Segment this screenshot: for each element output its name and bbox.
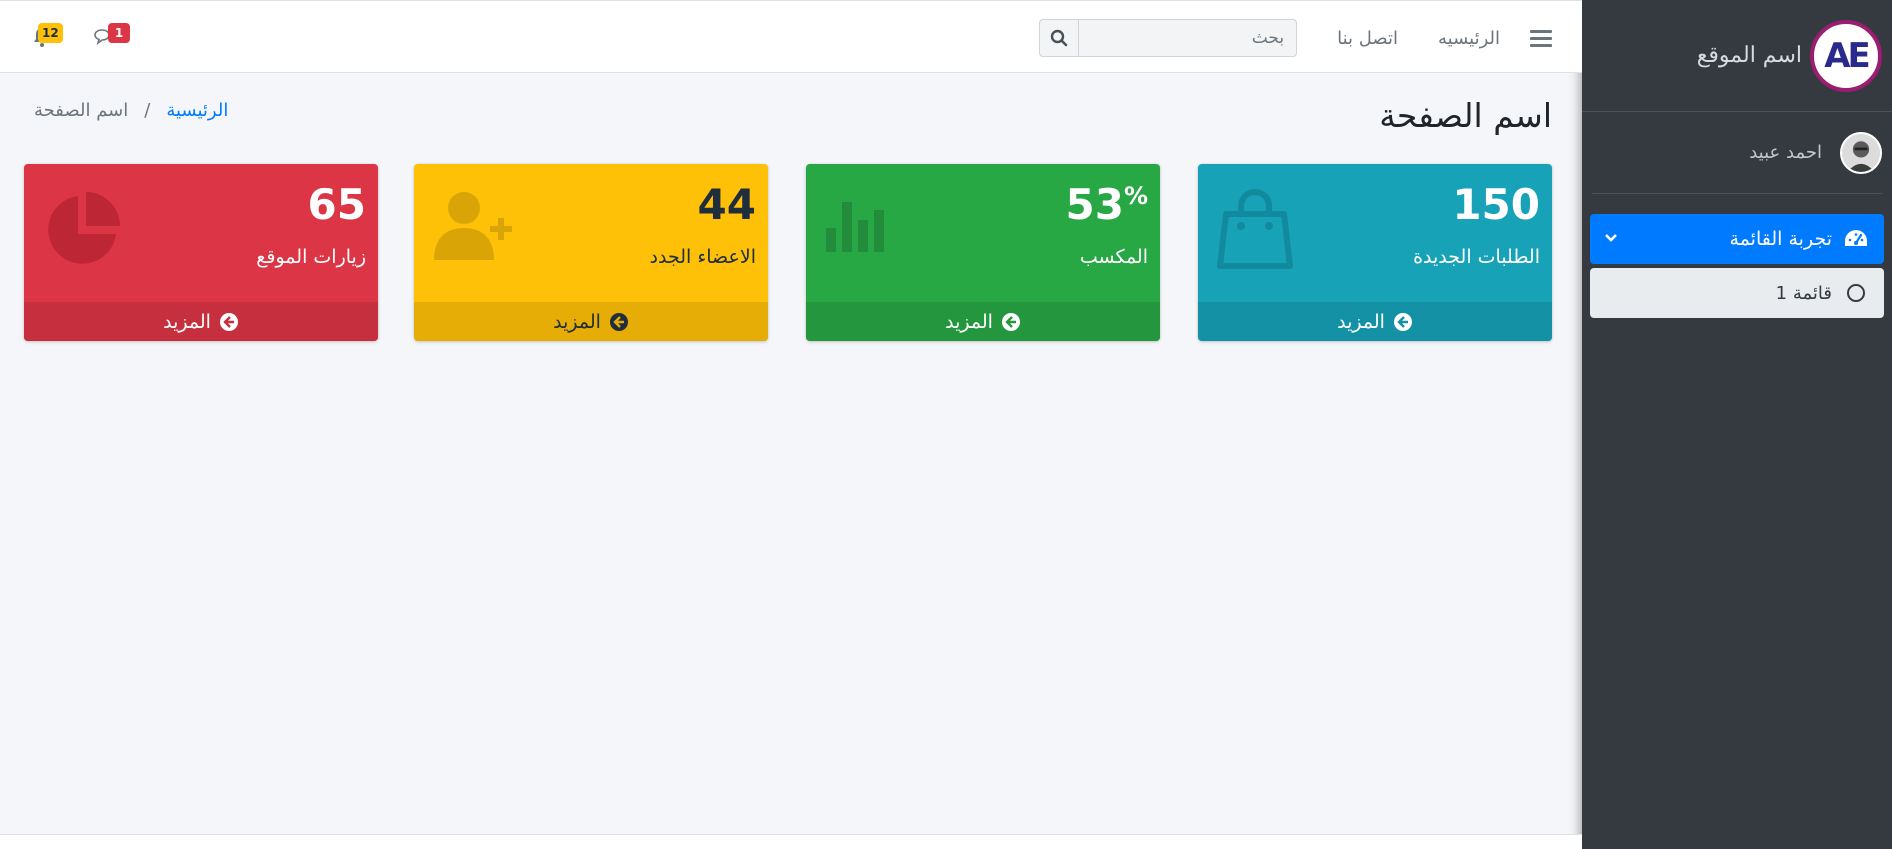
stat-box-new-members: 44 الاعضاء الجدد المزيد <box>414 164 768 341</box>
navbar-search <box>1039 19 1298 57</box>
brand-link[interactable]: AE اسم الموقع <box>1582 0 1892 112</box>
more-info-link[interactable]: المزيد <box>1198 302 1552 341</box>
stat-label: الطلبات الجديدة <box>1413 246 1540 268</box>
nav-link-contact[interactable]: اتصل بنا <box>1337 28 1398 49</box>
search-input[interactable] <box>1079 19 1298 57</box>
tachometer-icon <box>1842 229 1870 249</box>
brand-name: اسم الموقع <box>1696 43 1802 68</box>
navbar-right: الرئيسيه اتصل بنا <box>1039 19 1552 57</box>
messages-badge: 1 <box>108 23 130 43</box>
more-info-label: المزيد <box>945 310 993 333</box>
stat-value: 53% <box>1065 180 1149 229</box>
shopping-bag-icon <box>1216 188 1294 274</box>
stat-box-site-visits: 65 زيارات الموقع المزيد <box>24 164 378 341</box>
more-info-label: المزيد <box>553 310 601 333</box>
stat-value: 150 <box>1452 180 1540 229</box>
arrow-circle-left-icon <box>1393 312 1412 331</box>
more-info-link[interactable]: المزيد <box>806 302 1160 341</box>
stat-box-profit: 53% المكسب المزيد <box>806 164 1160 341</box>
pie-chart-icon <box>42 190 122 274</box>
user-plus-icon <box>432 188 516 266</box>
sidebar-subitem-list-1[interactable]: قائمة 1 <box>1590 268 1884 318</box>
stat-label: الاعضاء الجدد <box>649 246 756 268</box>
more-info-link[interactable]: المزيد <box>414 302 768 341</box>
user-panel[interactable]: احمد عبيد <box>1592 112 1882 194</box>
stat-label: المكسب <box>1079 246 1148 268</box>
top-navbar: الرئيسيه اتصل بنا 12 1 <box>0 0 1582 73</box>
avatar <box>1840 131 1882 174</box>
sidebar: AE اسم الموقع احمد عبيد تجربة القائمة قا… <box>1582 0 1892 849</box>
more-info-label: المزيد <box>163 310 211 333</box>
stat-value: 44 <box>697 180 756 229</box>
messages-button[interactable]: 1 <box>92 21 130 51</box>
arrow-circle-left-icon <box>1001 312 1020 331</box>
page-title: اسم الصفحة <box>1379 96 1552 135</box>
search-button[interactable] <box>1039 19 1080 57</box>
notifications-badge: 12 <box>38 23 63 43</box>
notifications-button[interactable]: 12 <box>30 21 63 51</box>
more-info-label: المزيد <box>1337 310 1385 333</box>
user-name: احمد عبيد <box>1749 142 1822 163</box>
stat-value: 65 <box>307 180 366 229</box>
stat-label: زيارات الموقع <box>256 246 366 268</box>
navbar-left: 12 1 <box>30 21 154 51</box>
circle-outline-icon <box>1842 283 1870 303</box>
bar-chart-icon <box>824 188 890 258</box>
breadcrumb-home-link[interactable]: الرئيسية <box>166 100 228 121</box>
brand-logo: AE <box>1810 19 1882 92</box>
sidebar-item-label: تجربة القائمة <box>1729 228 1832 250</box>
nav-link-home[interactable]: الرئيسيه <box>1438 28 1500 49</box>
stat-box-new-orders: 150 الطلبات الجديدة المزيد <box>1198 164 1552 341</box>
breadcrumb: اسم الصفحة / الرئيسية <box>34 100 228 121</box>
page-footer <box>0 835 1582 849</box>
arrow-circle-left-icon <box>609 312 628 331</box>
breadcrumb-separator: / <box>144 100 151 121</box>
more-info-link[interactable]: المزيد <box>24 302 378 341</box>
hamburger-menu-icon[interactable] <box>1530 29 1552 47</box>
arrow-circle-left-icon <box>219 312 238 331</box>
sidebar-menu: تجربة القائمة قائمة 1 <box>1582 194 1892 318</box>
search-icon <box>1050 29 1068 47</box>
breadcrumb-current: اسم الصفحة <box>34 100 129 121</box>
sidebar-subitem-label: قائمة 1 <box>1775 282 1832 304</box>
chevron-down-icon <box>1604 231 1618 247</box>
sidebar-item-menu-test[interactable]: تجربة القائمة <box>1590 214 1884 264</box>
